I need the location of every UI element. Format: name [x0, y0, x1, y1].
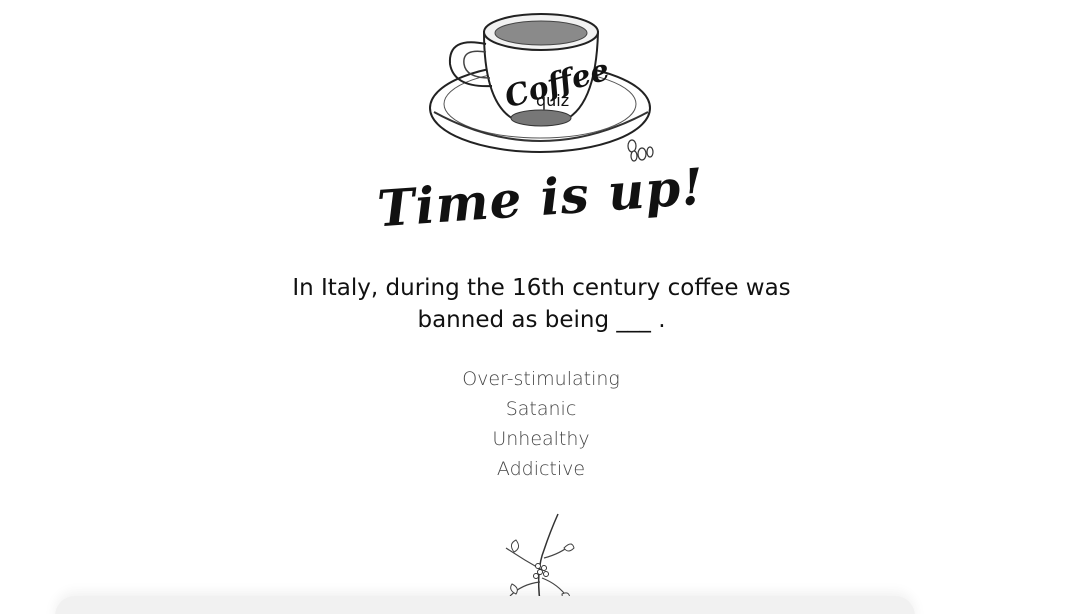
bottom-panel-edge	[55, 596, 915, 614]
answer-option[interactable]: Over-stimulating	[391, 364, 691, 394]
quiz-page: Coffee quiz Time is up! In Italy, during…	[0, 0, 1083, 614]
coffee-sprig-icon	[500, 510, 575, 605]
answer-option[interactable]: Unhealthy	[391, 424, 691, 454]
answer-list: Over-stimulating Satanic Unhealthy Addic…	[391, 364, 691, 484]
question-text: In Italy, during the 16th century coffee…	[292, 275, 791, 333]
answer-option[interactable]: Addictive	[391, 454, 691, 484]
logo-word-quiz: quiz	[536, 91, 569, 110]
answer-option[interactable]: Satanic	[391, 394, 691, 424]
coffee-cup-icon: Coffee quiz	[429, 13, 654, 162]
coffee-quiz-logo: Coffee quiz	[420, 0, 670, 170]
